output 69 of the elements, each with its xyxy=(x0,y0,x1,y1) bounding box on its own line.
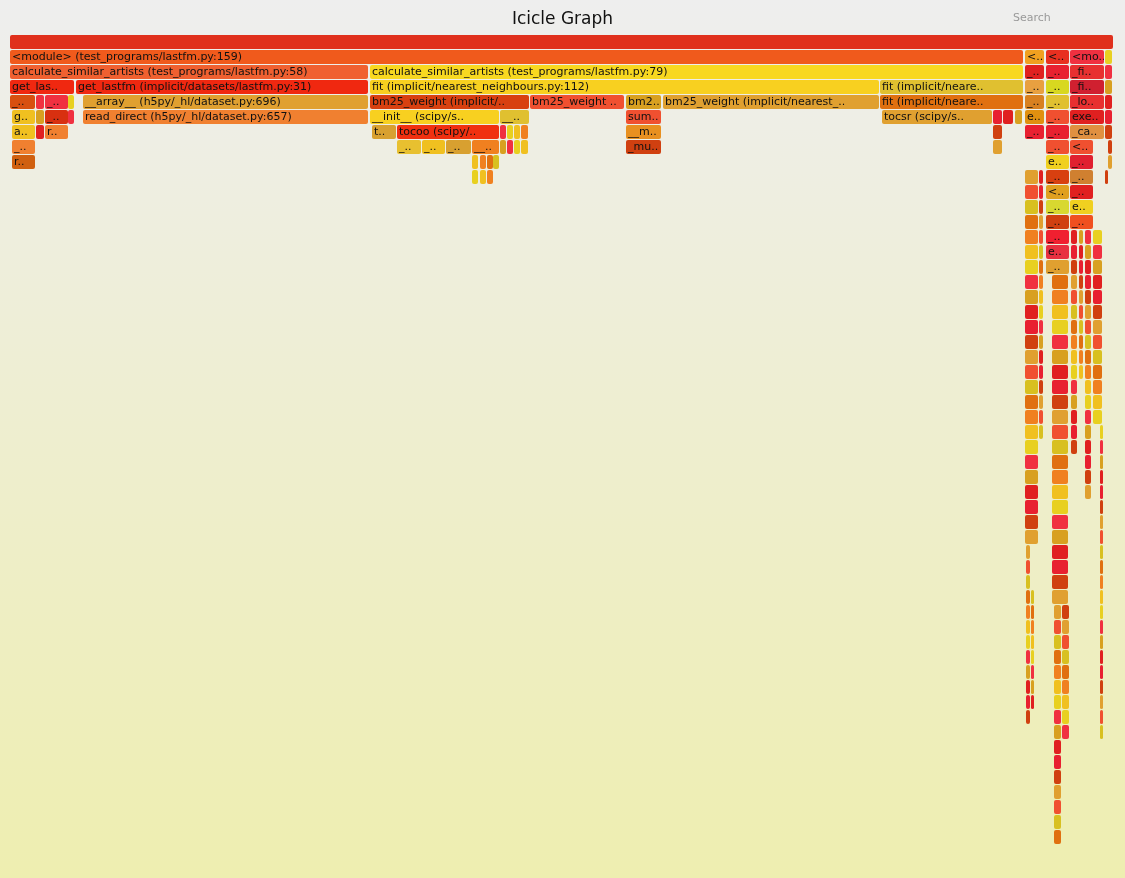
flame-frame[interactable]: _.. xyxy=(1025,65,1044,79)
flame-frame[interactable]: _mu.. xyxy=(626,140,661,154)
flame-frame[interactable]: _lo.. xyxy=(1070,95,1104,109)
flame-frame[interactable]: bm25_weight (implicit/nearest_.. xyxy=(663,95,879,109)
flame-frame[interactable]: r.. xyxy=(45,125,68,139)
flame-frame[interactable]: r.. xyxy=(12,155,35,169)
flame-frame[interactable]: e.. xyxy=(1046,245,1069,259)
graph-title: Icicle Graph xyxy=(511,7,614,28)
flame-frame[interactable]: _.. xyxy=(45,110,68,124)
flame-frame[interactable]: _.. xyxy=(1025,80,1044,94)
flame-frame[interactable]: __m.. xyxy=(626,125,661,139)
flame-frame[interactable]: <mo.. xyxy=(1070,50,1104,64)
flame-frame[interactable]: e.. xyxy=(1070,200,1093,214)
flame-frame[interactable]: <.. xyxy=(1070,140,1093,154)
flame-frame[interactable]: g.. xyxy=(12,110,35,124)
flame-frame[interactable]: _.. xyxy=(1070,215,1093,229)
flame-frame[interactable]: _.. xyxy=(1046,65,1069,79)
flame-frame[interactable]: _fi.. xyxy=(1070,80,1104,94)
flame-frame[interactable]: _.. xyxy=(1046,200,1069,214)
flame-frame[interactable]: _.. xyxy=(1070,185,1093,199)
flame-frame[interactable]: sum.. xyxy=(626,110,661,124)
flame-frame[interactable]: _.. xyxy=(1046,110,1069,124)
flame-frame[interactable]: _.. xyxy=(1046,170,1069,184)
flame-frame[interactable]: _.. xyxy=(1046,140,1069,154)
flame-frame[interactable]: calculate_similar_artists (test_programs/lastfm.py:79) xyxy=(370,65,1023,79)
flame-frame[interactable]: _.. xyxy=(10,95,35,109)
flame-frame[interactable]: <.. xyxy=(1046,185,1069,199)
flame-frame[interactable]: <.. xyxy=(1025,50,1044,64)
flame-frame[interactable]: calculate_similar_artists (test_programs/lastfm.py:58) xyxy=(10,65,368,79)
flame-frame[interactable]: tocoo (scipy/.. xyxy=(397,125,499,139)
flame-frame[interactable]: _.. xyxy=(1070,155,1093,169)
flame-frame[interactable]: e.. xyxy=(1025,110,1044,124)
flame-frame[interactable]: fit (implicit/neare.. xyxy=(880,95,1023,109)
flame-frame[interactable]: bm25_weight (implicit/.. xyxy=(370,95,529,109)
flame-frame[interactable]: _.. xyxy=(1070,170,1093,184)
flame-frame[interactable]: _.. xyxy=(422,140,445,154)
flame-frame[interactable]: exe.. xyxy=(1070,110,1104,124)
flame-frame[interactable]: _.. xyxy=(1046,260,1069,274)
flame-frame[interactable]: _.. xyxy=(1046,230,1069,244)
flame-frame[interactable]: a.. xyxy=(12,125,35,139)
flame-frame[interactable]: get_las.. xyxy=(10,80,74,94)
flame-frame[interactable]: fit (implicit/nearest_neighbours.py:112) xyxy=(370,80,879,94)
flame-frame[interactable]: _.. xyxy=(1046,215,1069,229)
flame-frame[interactable]: bm2.. xyxy=(626,95,661,109)
search-field[interactable]: Search xyxy=(1011,10,1085,25)
flame-frame[interactable]: _ca.. xyxy=(1070,125,1104,139)
flame-frame[interactable]: t.. xyxy=(372,125,396,139)
flame-frame[interactable]: tocsr (scipy/s.. xyxy=(882,110,992,124)
flame-frame[interactable]: _.. xyxy=(1046,125,1069,139)
flame-frame[interactable]: <module> (test_programs/lastfm.py:159) xyxy=(10,50,1023,64)
flame-frame[interactable]: <.. xyxy=(1046,50,1069,64)
flame-frame[interactable]: _.. xyxy=(1025,125,1044,139)
flame-frame[interactable]: e.. xyxy=(1046,155,1069,169)
flame-frame[interactable]: _.. xyxy=(1025,95,1044,109)
flame-frame[interactable]: bm25_weight .. xyxy=(530,95,624,109)
flame-frame[interactable]: read_direct (h5py/_hl/dataset.py:657) xyxy=(83,110,368,124)
flame-frame[interactable]: fit (implicit/neare.. xyxy=(880,80,1023,94)
flame-frame[interactable]: _.. xyxy=(1046,80,1069,94)
flame-frame[interactable]: __.. xyxy=(472,140,499,154)
flame-frame[interactable]: __init__ (scipy/s.. xyxy=(370,110,499,124)
flame-frame[interactable]: _.. xyxy=(397,140,421,154)
flame-frame[interactable]: _.. xyxy=(446,140,471,154)
flame-frame[interactable]: _.. xyxy=(45,95,68,109)
flame-frame[interactable]: get_lastfm (implicit/datasets/lastfm.py:31) xyxy=(76,80,368,94)
flame-frame[interactable]: _.. xyxy=(1046,95,1069,109)
flame-frame[interactable]: __.. xyxy=(500,110,529,124)
flame-frame[interactable]: __array__ (h5py/_hl/dataset.py:696) xyxy=(83,95,368,109)
flame-frame[interactable]: _.. xyxy=(12,140,35,154)
flame-frame[interactable]: _fi.. xyxy=(1070,65,1104,79)
